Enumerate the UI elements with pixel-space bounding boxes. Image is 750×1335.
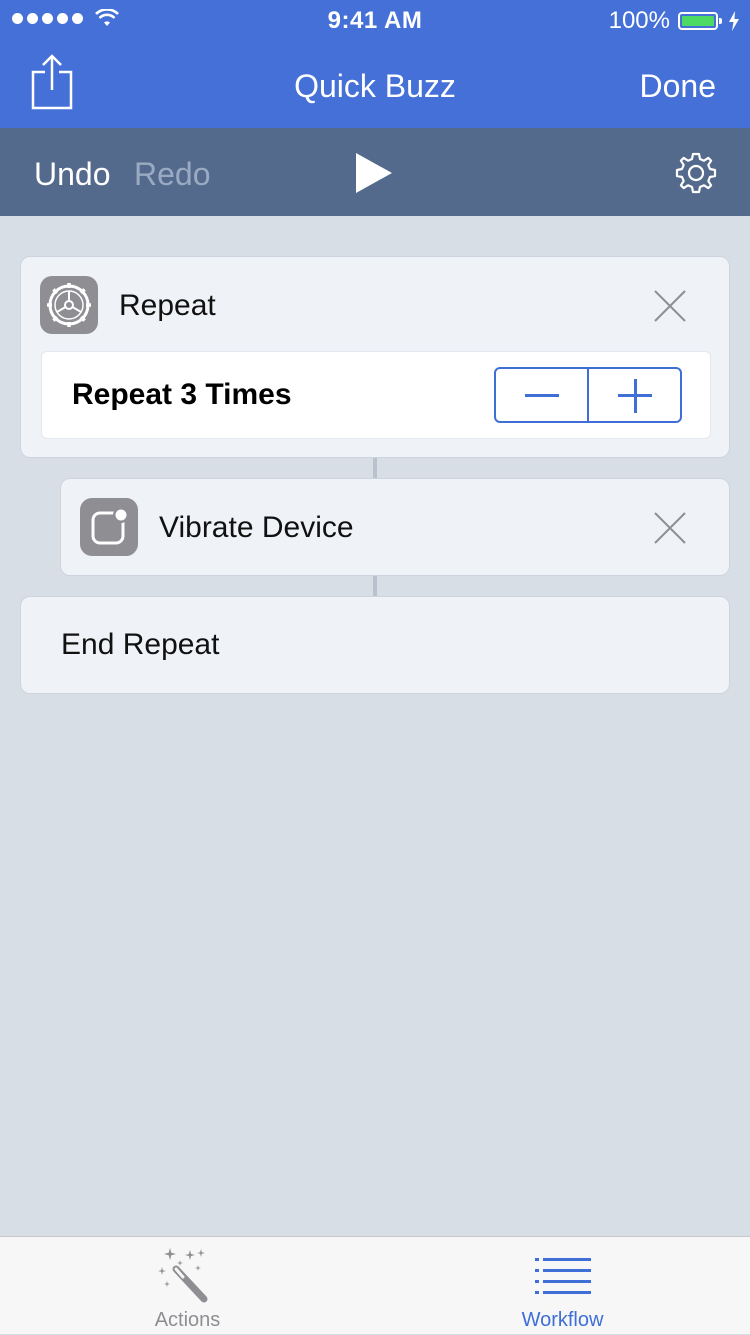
vibrate-title: Vibrate Device [159, 511, 354, 544]
tab-workflow-label: Workflow [521, 1309, 604, 1331]
list-icon [535, 1258, 591, 1294]
flow-connector [373, 458, 377, 478]
repeat-title: Repeat [119, 289, 216, 322]
increment-button[interactable] [587, 369, 680, 421]
magic-wand-icon [158, 1248, 208, 1303]
repeat-action-card[interactable]: Repeat Repeat 3 Times [20, 256, 730, 458]
editor-toolbar: Undo Redo [0, 128, 750, 216]
repeat-count-label: Repeat 3 Times [72, 378, 292, 411]
battery-status: 100% [609, 7, 740, 35]
close-icon[interactable] [653, 289, 687, 323]
battery-icon [678, 12, 722, 30]
tab-actions-label: Actions [154, 1309, 221, 1331]
vibrate-action-card[interactable]: Vibrate Device [60, 478, 730, 576]
repeat-count-stepper [494, 367, 682, 423]
status-bar: 9:41 AM 100% [0, 0, 750, 40]
done-button[interactable]: Done [640, 68, 717, 105]
page-title: Quick Buzz [294, 68, 456, 104]
tab-actions[interactable]: Actions [0, 1237, 375, 1335]
close-icon[interactable] [653, 511, 687, 545]
tab-bar: Actions Workflow [0, 1236, 750, 1334]
tab-workflow[interactable]: Workflow [375, 1237, 750, 1335]
end-repeat-title: End Repeat [61, 628, 220, 661]
settings-gear-icon [40, 276, 98, 334]
minus-icon [525, 394, 559, 397]
navigation-bar: Quick Buzz Done [0, 40, 750, 128]
flow-connector [373, 576, 377, 596]
end-repeat-card[interactable]: End Repeat [20, 596, 730, 694]
charging-bolt-icon [729, 11, 739, 31]
play-icon[interactable] [354, 152, 394, 194]
decrement-button[interactable] [496, 369, 587, 421]
battery-percent: 100% [608, 7, 670, 34]
redo-button[interactable]: Redo [134, 156, 211, 193]
notification-badge-icon [80, 498, 138, 556]
repeat-count-row: Repeat 3 Times [41, 351, 711, 439]
undo-button[interactable]: Undo [34, 156, 111, 193]
gear-icon[interactable] [674, 151, 718, 195]
